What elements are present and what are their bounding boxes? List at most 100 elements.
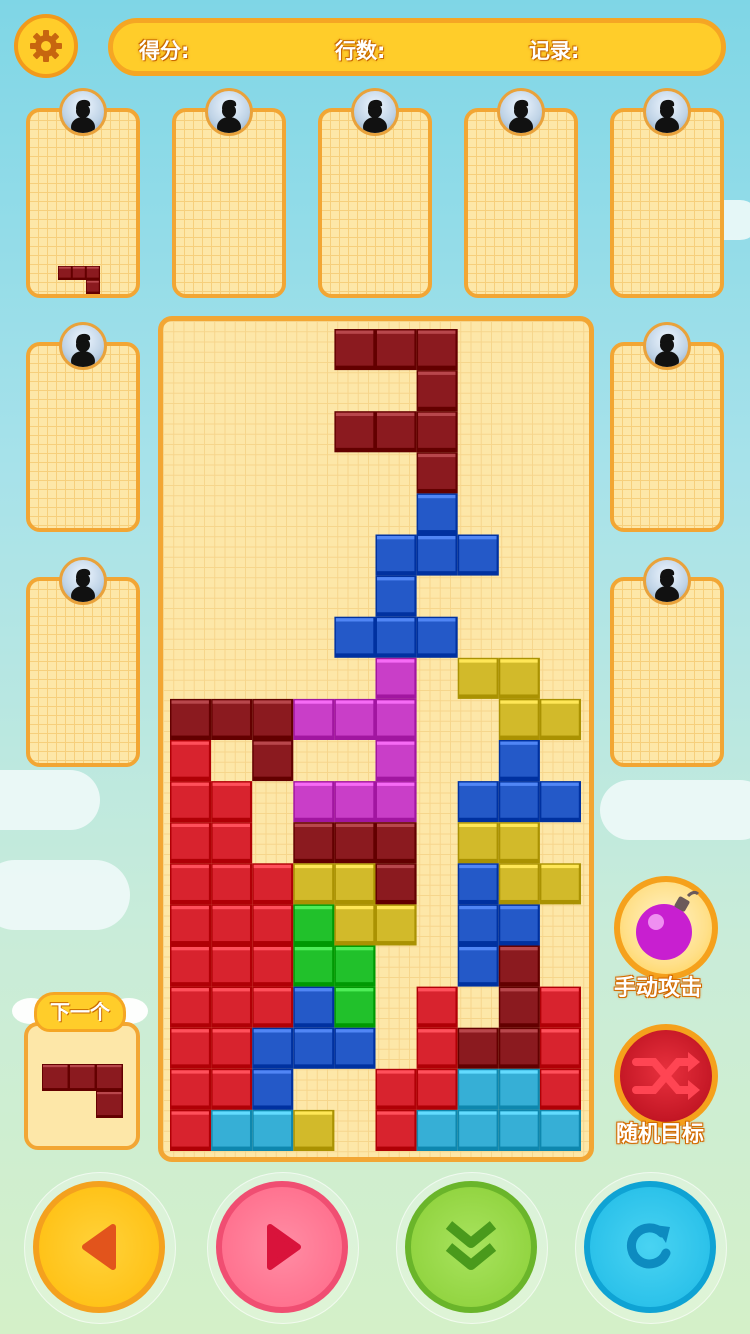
board-block [539,1068,581,1110]
board-block [457,657,499,699]
board-block [211,1027,253,1069]
board-block [416,1109,458,1151]
board-block [457,1027,499,1069]
arrow-right-icon [267,1224,301,1270]
settings-button[interactable] [14,14,78,78]
board-block [498,863,540,905]
board-block [293,822,335,864]
double-chevron-down-icon [445,1221,497,1270]
board-block [416,1027,458,1069]
board-block [416,452,458,494]
board-block [252,1109,294,1151]
board-block [293,863,335,905]
cloud-decoration [0,770,100,830]
board-block [334,986,376,1028]
board-block [498,822,540,864]
board-block [498,1068,540,1110]
drop-button[interactable] [405,1181,537,1313]
board-block [170,698,212,740]
board-block [375,781,417,823]
rotate-icon [626,1223,671,1269]
board-block [334,781,376,823]
board-block [375,698,417,740]
opponent-piece-preview [58,266,100,294]
board-block [416,411,458,453]
board-block [170,1068,212,1110]
board-block [252,863,294,905]
board-block [457,945,499,987]
opponent-board [610,557,724,767]
board-block [334,904,376,946]
board-block [293,781,335,823]
board-block [170,1109,212,1151]
board-block [416,616,458,658]
board-block [334,863,376,905]
board-block [170,863,212,905]
board-block [498,945,540,987]
board-block [170,1027,212,1069]
player-silhouette-icon [217,99,241,133]
board-block [498,986,540,1028]
board-block [334,329,376,371]
board-block [375,534,417,576]
opponent-block [86,280,100,294]
move-left-button[interactable] [33,1181,165,1313]
board-block [293,698,335,740]
lines-label: 行数: [335,39,386,63]
board-block [498,1109,540,1151]
opponent-block [58,266,72,280]
opponent-avatar [351,88,399,136]
board-block [375,411,417,453]
board-block [539,986,581,1028]
game-board [158,316,594,1162]
board-block [293,904,335,946]
board-block [457,534,499,576]
opponent-board [26,557,140,767]
player-silhouette-icon [655,99,679,133]
next-piece-block [69,1064,96,1091]
rotate-button[interactable] [584,1181,716,1313]
next-piece-block [96,1091,123,1118]
board-block [334,1027,376,1069]
player-silhouette-icon [655,568,679,602]
opponent-avatar [643,557,691,605]
board-block [252,1068,294,1110]
board-block [334,411,376,453]
random-target-button[interactable] [614,1024,718,1128]
opponent-board [464,88,578,298]
player-silhouette-icon [509,99,533,133]
manual-attack-button[interactable] [614,876,718,980]
board-block [498,657,540,699]
board-block [170,904,212,946]
manual-attack-label: 手动攻击 [614,976,703,1001]
board-block [457,863,499,905]
board-block [252,986,294,1028]
board-block [539,1027,581,1069]
board-block [375,1068,417,1110]
board-block [252,1027,294,1069]
board-block [334,698,376,740]
board-block [170,986,212,1028]
player-silhouette-icon [655,333,679,367]
board-block [498,904,540,946]
board-block [211,822,253,864]
board-block [211,945,253,987]
move-right-button[interactable] [216,1181,348,1313]
board-block [416,370,458,412]
board-block [170,781,212,823]
opponent-block [86,266,100,280]
board-block [498,740,540,782]
board-block [252,945,294,987]
board-block [375,329,417,371]
record-label: 记录: [529,39,580,63]
board-block [293,1027,335,1069]
board-block [375,904,417,946]
next-piece-block [42,1064,69,1091]
board-block [375,863,417,905]
board-block [211,781,253,823]
board-block [293,945,335,987]
board-block [211,863,253,905]
opponent-avatar [643,322,691,370]
score-label: 得分: [139,39,190,63]
player-silhouette-icon [71,568,95,602]
